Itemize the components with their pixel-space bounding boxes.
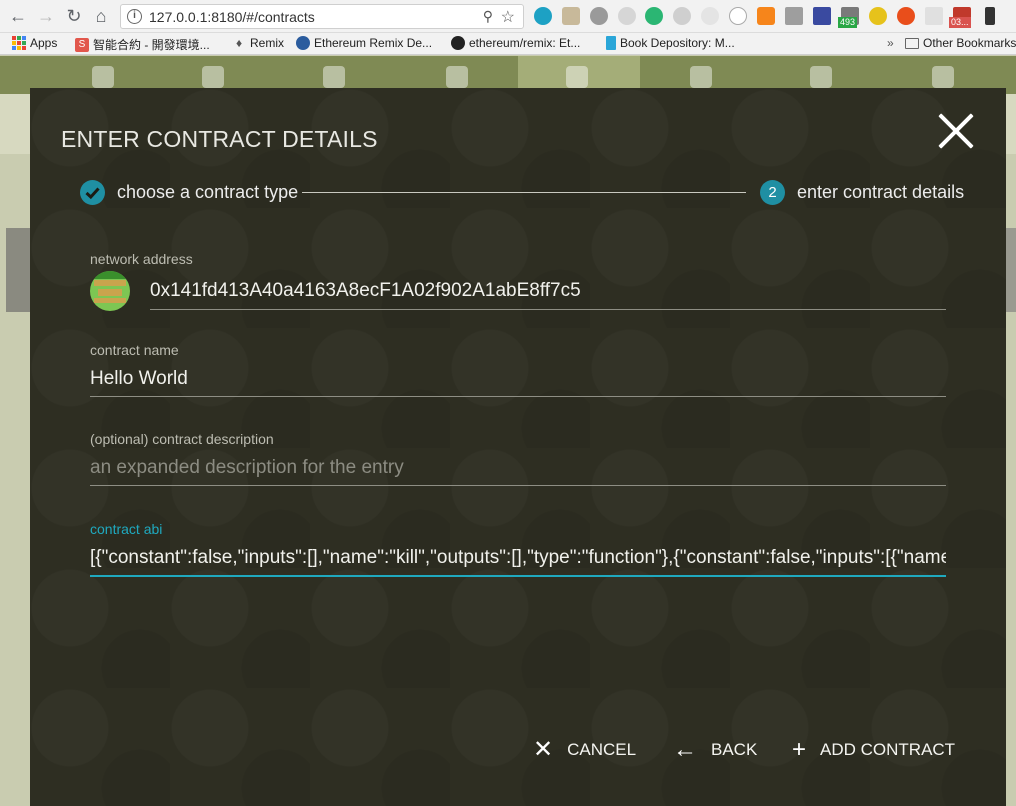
bookmark-label: Book Depository: M... — [620, 36, 735, 50]
bookmark-item[interactable]: Book Depository: M... — [606, 36, 735, 50]
extension-icon[interactable] — [618, 7, 636, 25]
step-contract-details: 2 enter contract details — [760, 180, 964, 205]
bookmark-label: Other Bookmarks — [923, 36, 1016, 50]
bookmark-item[interactable]: Ethereum Remix De... — [296, 36, 432, 50]
reload-icon[interactable]: ↻ — [62, 5, 86, 27]
extension-icon[interactable] — [729, 7, 747, 25]
extension-badge: 03... — [949, 17, 971, 28]
step-connector — [302, 192, 746, 193]
nav-icon[interactable] — [323, 66, 345, 88]
contract-name-input[interactable]: Hello World — [90, 368, 946, 390]
bookmark-item[interactable]: S 智能合約 - 開發環境... — [75, 36, 210, 53]
ethereum-icon: ♦ — [235, 36, 243, 50]
settings-gear-icon[interactable] — [932, 66, 954, 88]
ethereum-icon[interactable] — [985, 7, 995, 25]
nav-icon[interactable] — [810, 66, 832, 88]
back-arrow-icon[interactable]: ← — [6, 5, 30, 27]
contract-abi-field[interactable]: contract abi [{"constant":false,"inputs"… — [90, 521, 946, 577]
background-panel — [1006, 228, 1016, 312]
metamask-icon[interactable] — [757, 7, 775, 25]
field-label: contract abi — [90, 521, 163, 537]
nav-icon[interactable] — [446, 66, 468, 88]
forward-arrow-icon[interactable]: → — [34, 5, 58, 27]
bookmark-label: Apps — [30, 36, 58, 50]
github-icon — [451, 36, 465, 50]
field-underline — [90, 575, 946, 577]
s-logo-icon: S — [75, 37, 89, 52]
bookmark-label: ethereum/remix: Et... — [469, 36, 581, 50]
step-choose-type: choose a contract type — [80, 180, 298, 205]
add-contract-modal: ENTER CONTRACT DETAILS choose a contract… — [30, 88, 1006, 806]
home-icon[interactable]: ⌂ — [89, 5, 113, 27]
bookmark-star-icon[interactable]: ☆ — [501, 7, 515, 27]
folder-icon — [905, 37, 919, 49]
add-contract-label: ADD CONTRACT — [820, 740, 956, 759]
bookmark-item[interactable]: ethereum/remix: Et... — [451, 36, 580, 50]
extension-icon[interactable] — [701, 7, 719, 25]
step-label: choose a contract type — [117, 182, 299, 202]
bookmark-item[interactable]: ♦ Remix — [232, 36, 284, 50]
field-underline — [90, 485, 946, 486]
contract-description-input[interactable]: an expanded description for the entry — [90, 457, 946, 479]
close-icon[interactable] — [935, 110, 977, 152]
extension-icon[interactable] — [673, 7, 691, 25]
bookmark-label: Ethereum Remix De... — [314, 36, 433, 50]
bookmark-label: 智能合約 - 開發環境... — [93, 38, 210, 52]
url-text: 127.0.0.1:8180/#/contracts — [149, 9, 315, 25]
other-bookmarks[interactable]: Other Bookmarks — [905, 36, 1016, 50]
nav-icon[interactable] — [690, 66, 712, 88]
field-underline — [90, 396, 946, 397]
background-panel — [6, 228, 30, 312]
zoom-icon[interactable]: ⚲ — [483, 8, 493, 25]
extension-icon[interactable] — [562, 7, 580, 25]
remix-logo-icon — [296, 36, 310, 50]
back-button[interactable]: ← BACK — [673, 736, 758, 763]
nav-icon[interactable] — [202, 66, 224, 88]
close-icon: ✕ — [533, 736, 554, 763]
bookmark-label: Remix — [250, 36, 285, 50]
step-label: enter contract details — [797, 182, 965, 202]
plus-icon: + — [792, 736, 807, 763]
apps-grid-icon — [12, 36, 26, 50]
address-bar[interactable]: i 127.0.0.1:8180/#/contracts ⚲ ☆ — [120, 4, 524, 29]
add-contract-button[interactable]: + ADD CONTRACT — [792, 736, 956, 763]
extension-icon[interactable] — [645, 7, 663, 25]
network-address-field[interactable]: network address 0x141fd413A40a4163A8ecF1… — [90, 251, 946, 311]
extension-icon[interactable] — [534, 7, 552, 25]
extension-icon[interactable] — [897, 7, 915, 25]
step-number: 2 — [760, 180, 785, 205]
back-arrow-icon: ← — [673, 736, 697, 763]
field-label: (optional) contract description — [90, 431, 274, 447]
contract-abi-input[interactable]: [{"constant":false,"inputs":[],"name":"k… — [90, 547, 946, 569]
back-label: BACK — [711, 740, 758, 759]
field-underline — [150, 309, 946, 310]
contract-name-field[interactable]: contract name Hello World — [90, 342, 946, 397]
browser-toolbar: ← → ↻ ⌂ i 127.0.0.1:8180/#/contracts ⚲ ☆… — [0, 0, 1016, 33]
bookmark-apps[interactable]: Apps — [12, 36, 57, 50]
address-identicon-icon — [90, 271, 130, 311]
cancel-button[interactable]: ✕ CANCEL — [533, 736, 637, 763]
contract-description-field[interactable]: (optional) contract description an expan… — [90, 431, 946, 486]
site-info-icon[interactable]: i — [127, 9, 142, 24]
extension-badge: 493 — [838, 17, 858, 28]
book-icon — [606, 36, 616, 50]
extension-icon[interactable] — [869, 7, 887, 25]
contracts-grid-icon[interactable] — [566, 66, 588, 88]
checkmark-icon — [80, 180, 105, 205]
extension-icon[interactable] — [925, 7, 943, 25]
field-label: network address — [90, 251, 193, 267]
bookmarks-bar: Apps S 智能合約 - 開發環境... ♦ Remix Ethereum R… — [0, 33, 1016, 55]
nav-icon[interactable] — [92, 66, 114, 88]
extension-icon[interactable] — [785, 7, 803, 25]
extension-icon[interactable] — [813, 7, 831, 25]
bookmarks-overflow[interactable]: » — [887, 36, 894, 50]
cancel-label: CANCEL — [567, 740, 637, 759]
extension-icon[interactable] — [590, 7, 608, 25]
field-label: contract name — [90, 342, 179, 358]
network-address-value: 0x141fd413A40a4163A8ecF1A02f902A1abE8ff7… — [150, 280, 581, 301]
modal-title: ENTER CONTRACT DETAILS — [61, 126, 378, 152]
